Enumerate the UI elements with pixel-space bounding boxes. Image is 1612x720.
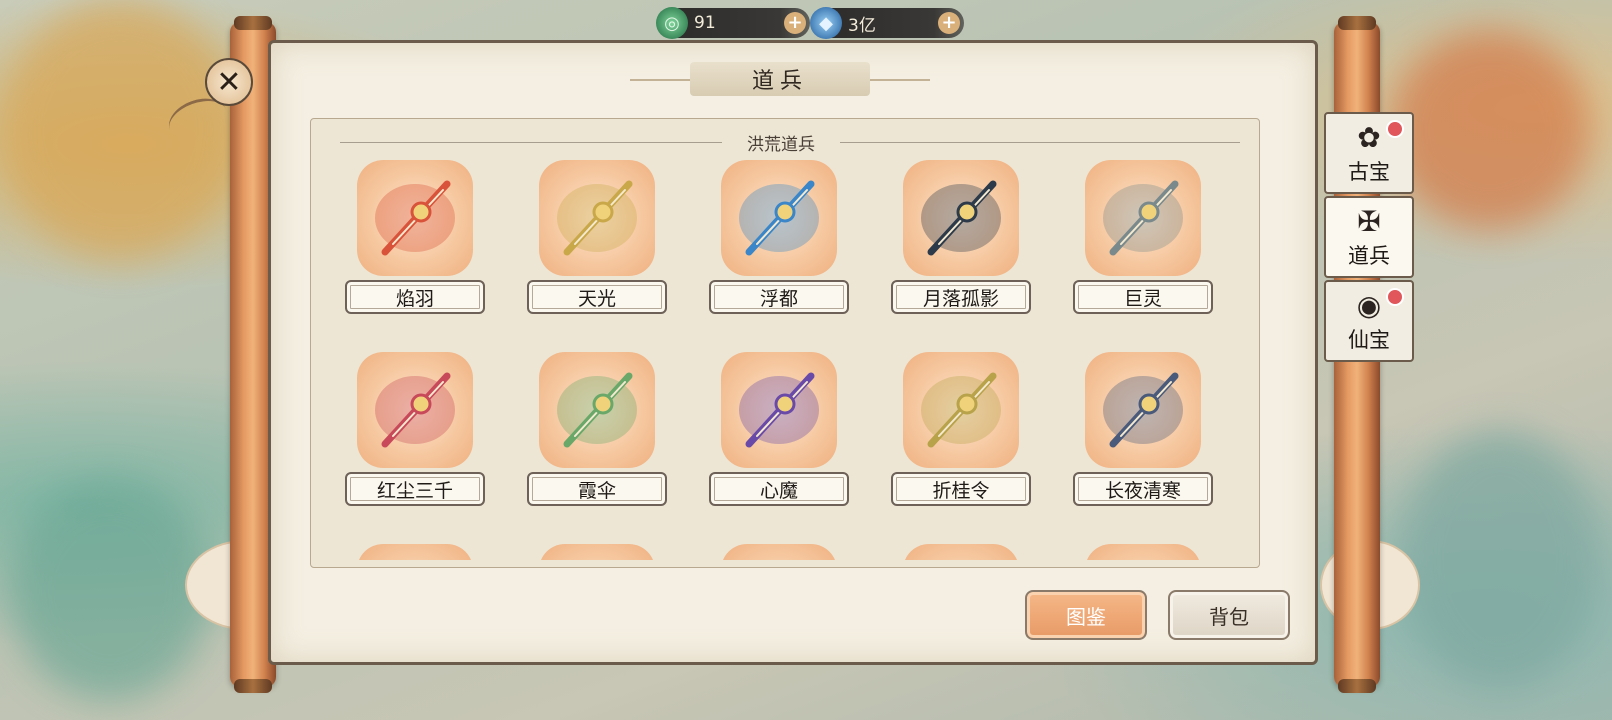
weapon-card[interactable]: 浮都 [709, 160, 849, 320]
weapon-card[interactable]: 焰羽 [345, 160, 485, 320]
weapon-icon [921, 180, 1001, 256]
background-foliage [1390, 30, 1590, 230]
weapon-icon [921, 372, 1001, 448]
weapon-icon [557, 180, 637, 256]
bag-button[interactable]: 背包 [1168, 590, 1290, 640]
weapon-art [721, 352, 837, 468]
weapon-icon [739, 180, 819, 256]
weapon-name: 天光 [527, 280, 667, 314]
weapon-name: 霞伞 [527, 472, 667, 506]
side-tab[interactable]: ✿ 古宝 [1324, 112, 1414, 194]
blue-crystal-icon: ◆ [810, 7, 842, 39]
weapon-art [539, 160, 655, 276]
weapon-card[interactable]: 折桂令 [891, 352, 1031, 512]
weapon-icon [557, 372, 637, 448]
weapon-art [721, 544, 837, 560]
weapon-card[interactable]: 月落孤影 [891, 160, 1031, 320]
title-ornament-line [860, 79, 930, 81]
weapon-art [539, 352, 655, 468]
weapon-icon [1103, 180, 1183, 256]
add-jade-button[interactable]: + [784, 12, 806, 34]
weapon-card-partial[interactable] [1073, 544, 1213, 560]
background-foliage [1400, 430, 1600, 690]
weapon-art [357, 160, 473, 276]
weapon-card-partial[interactable] [345, 544, 485, 560]
tab-label: 道兵 [1348, 244, 1390, 268]
weapon-card[interactable]: 红尘三千 [345, 352, 485, 512]
weapon-art [539, 544, 655, 560]
weapon-card[interactable]: 长夜清寒 [1073, 352, 1213, 512]
weapon-card[interactable]: 心魔 [709, 352, 849, 512]
tab-label: 仙宝 [1348, 328, 1390, 352]
weapon-art [721, 160, 837, 276]
weapon-name: 巨灵 [1073, 280, 1213, 314]
weapon-art [357, 544, 473, 560]
close-icon: ✕ [216, 64, 242, 100]
weapon-name: 红尘三千 [345, 472, 485, 506]
panel-title: 道兵 [690, 62, 870, 96]
add-crystal-button[interactable]: + [938, 12, 960, 34]
section-title: 洪荒道兵 [722, 130, 840, 155]
weapon-icon [739, 372, 819, 448]
weapon-card[interactable]: 霞伞 [527, 352, 667, 512]
weapon-art [1085, 544, 1201, 560]
weapon-card-partial[interactable] [891, 544, 1031, 560]
notification-dot [1386, 288, 1404, 306]
weapon-name: 月落孤影 [891, 280, 1031, 314]
weapon-grid: 焰羽 天光 浮都 月落孤影 巨灵红尘三千 霞伞 心魔 折桂令 长夜清寒 [345, 160, 1245, 560]
side-tab[interactable]: ✠ 道兵 [1324, 196, 1414, 278]
jade-resource-counter: ◎ 91 + [656, 7, 810, 39]
notification-dot [1386, 120, 1404, 138]
weapon-name: 折桂令 [891, 472, 1031, 506]
weapon-art [357, 352, 473, 468]
weapon-art [1085, 160, 1201, 276]
weapon-icon [1103, 372, 1183, 448]
weapon-card[interactable]: 巨灵 [1073, 160, 1213, 320]
jade-value: 91 [694, 13, 716, 33]
weapon-name: 心魔 [709, 472, 849, 506]
close-button[interactable]: ✕ [205, 58, 253, 106]
weapon-card[interactable]: 天光 [527, 160, 667, 320]
crystal-value: 3亿 [848, 15, 876, 36]
background-foliage [10, 480, 210, 700]
tab-emblem-icon: ✠ [1357, 205, 1381, 238]
weapon-art [903, 160, 1019, 276]
weapon-icon [375, 180, 455, 256]
tab-emblem-icon: ✿ [1357, 121, 1381, 154]
tab-label: 古宝 [1348, 160, 1390, 184]
weapon-card-partial[interactable] [709, 544, 849, 560]
weapon-art [1085, 352, 1201, 468]
weapon-card-partial[interactable] [527, 544, 667, 560]
side-tab[interactable]: ◉ 仙宝 [1324, 280, 1414, 362]
weapon-name: 焰羽 [345, 280, 485, 314]
tab-emblem-icon: ◉ [1356, 289, 1382, 322]
weapon-icon [375, 372, 455, 448]
codex-button[interactable]: 图鉴 [1025, 590, 1147, 640]
weapon-art [903, 352, 1019, 468]
weapon-name: 长夜清寒 [1073, 472, 1213, 506]
weapon-name: 浮都 [709, 280, 849, 314]
jade-coin-icon: ◎ [656, 7, 688, 39]
crystal-resource-counter: ◆ 3亿 + [810, 7, 964, 39]
weapon-art [903, 544, 1019, 560]
